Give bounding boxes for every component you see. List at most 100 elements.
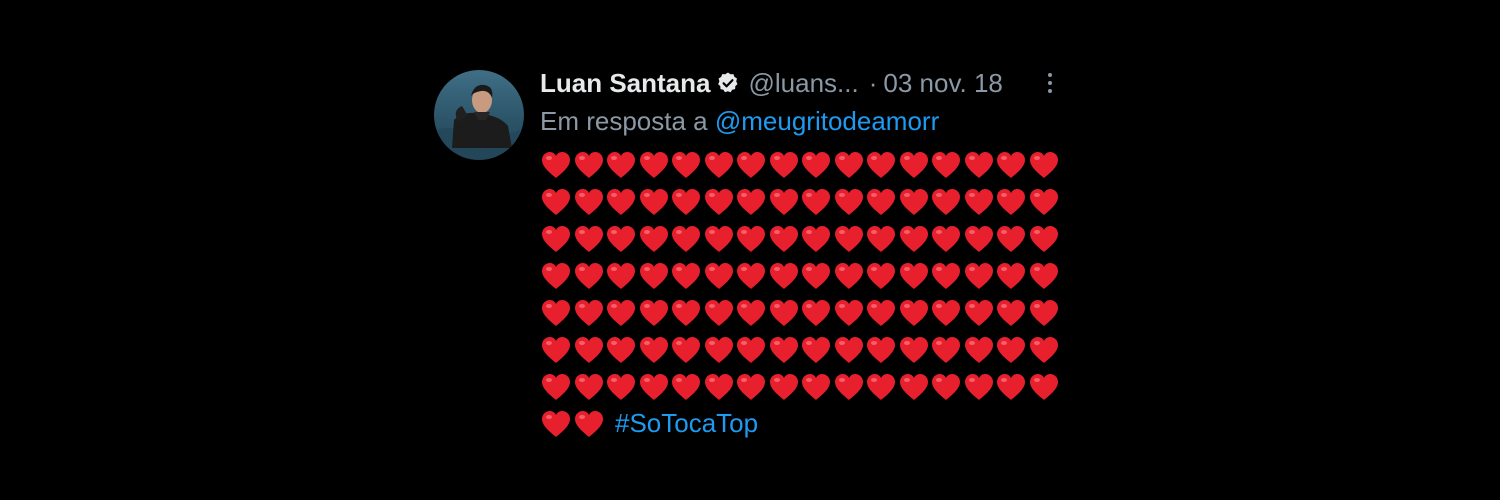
red-heart-emoji-icon	[768, 224, 801, 254]
red-heart-emoji-icon	[898, 261, 931, 291]
author-handle[interactable]: @luans...	[748, 68, 858, 99]
red-heart-emoji-icon	[703, 224, 736, 254]
red-heart-emoji-icon	[573, 150, 606, 180]
red-heart-emoji-icon	[540, 372, 573, 402]
red-heart-emoji-icon	[540, 150, 573, 180]
heart-row	[540, 331, 1080, 368]
red-heart-emoji-icon	[638, 150, 671, 180]
more-options-icon[interactable]	[1046, 70, 1054, 96]
avatar[interactable]	[434, 70, 524, 160]
red-heart-emoji-icon	[703, 372, 736, 402]
red-heart-emoji-icon	[573, 261, 606, 291]
red-heart-emoji-icon	[1028, 372, 1061, 402]
red-heart-emoji-icon	[1028, 187, 1061, 217]
hashtag-link[interactable]: #SoTocaTop	[615, 408, 758, 439]
red-heart-emoji-icon	[800, 150, 833, 180]
red-heart-emoji-icon	[540, 224, 573, 254]
red-heart-emoji-icon	[768, 298, 801, 328]
tweet-header: Luan Santana @luans... · 03 nov. 18	[540, 66, 1003, 100]
red-heart-emoji-icon	[573, 409, 606, 439]
heart-row: #SoTocaTop	[540, 405, 1080, 442]
tweet-body: #SoTocaTop	[540, 146, 1080, 442]
red-heart-emoji-icon	[898, 335, 931, 365]
red-heart-emoji-icon	[930, 224, 963, 254]
reply-mention-link[interactable]: @meugritodeamorr	[715, 106, 939, 136]
red-heart-emoji-icon	[703, 298, 736, 328]
red-heart-emoji-icon	[638, 224, 671, 254]
red-heart-emoji-icon	[540, 298, 573, 328]
red-heart-emoji-icon	[1028, 298, 1061, 328]
red-heart-emoji-icon	[995, 261, 1028, 291]
red-heart-emoji-icon	[605, 261, 638, 291]
red-heart-emoji-icon	[833, 335, 866, 365]
red-heart-emoji-icon	[768, 335, 801, 365]
red-heart-emoji-icon	[995, 224, 1028, 254]
red-heart-emoji-icon	[638, 298, 671, 328]
red-heart-emoji-icon	[638, 372, 671, 402]
red-heart-emoji-icon	[573, 224, 606, 254]
red-heart-emoji-icon	[768, 187, 801, 217]
red-heart-emoji-icon	[605, 372, 638, 402]
red-heart-emoji-icon	[1028, 224, 1061, 254]
red-heart-emoji-icon	[605, 224, 638, 254]
red-heart-emoji-icon	[898, 372, 931, 402]
red-heart-emoji-icon	[735, 150, 768, 180]
red-heart-emoji-icon	[865, 335, 898, 365]
red-heart-emoji-icon	[800, 298, 833, 328]
red-heart-emoji-icon	[930, 187, 963, 217]
red-heart-emoji-icon	[963, 298, 996, 328]
red-heart-emoji-icon	[735, 224, 768, 254]
red-heart-emoji-icon	[605, 298, 638, 328]
red-heart-emoji-icon	[638, 187, 671, 217]
red-heart-emoji-icon	[865, 224, 898, 254]
red-heart-emoji-icon	[995, 335, 1028, 365]
red-heart-emoji-icon	[670, 150, 703, 180]
red-heart-emoji-icon	[768, 150, 801, 180]
red-heart-emoji-icon	[963, 150, 996, 180]
red-heart-emoji-icon	[735, 298, 768, 328]
red-heart-emoji-icon	[963, 224, 996, 254]
red-heart-emoji-icon	[800, 372, 833, 402]
tweet-date[interactable]: 03 nov. 18	[883, 68, 1003, 99]
red-heart-emoji-icon	[930, 372, 963, 402]
red-heart-emoji-icon	[703, 335, 736, 365]
red-heart-emoji-icon	[768, 261, 801, 291]
red-heart-emoji-icon	[930, 150, 963, 180]
reply-prefix: Em resposta a	[540, 106, 708, 136]
red-heart-emoji-icon	[573, 298, 606, 328]
red-heart-emoji-icon	[963, 372, 996, 402]
red-heart-emoji-icon	[605, 187, 638, 217]
red-heart-emoji-icon	[735, 372, 768, 402]
red-heart-emoji-icon	[995, 187, 1028, 217]
red-heart-emoji-icon	[930, 298, 963, 328]
red-heart-emoji-icon	[605, 150, 638, 180]
red-heart-emoji-icon	[898, 298, 931, 328]
red-heart-emoji-icon	[995, 372, 1028, 402]
red-heart-emoji-icon	[670, 298, 703, 328]
red-heart-emoji-icon	[833, 224, 866, 254]
red-heart-emoji-icon	[703, 261, 736, 291]
tweet-card[interactable]: Luan Santana @luans... · 03 nov. 18 Em r…	[434, 66, 1074, 446]
red-heart-emoji-icon	[865, 372, 898, 402]
red-heart-emoji-icon	[930, 335, 963, 365]
red-heart-emoji-icon	[833, 372, 866, 402]
red-heart-emoji-icon	[833, 150, 866, 180]
red-heart-emoji-icon	[540, 187, 573, 217]
red-heart-emoji-icon	[573, 187, 606, 217]
red-heart-emoji-icon	[573, 372, 606, 402]
red-heart-emoji-icon	[800, 224, 833, 254]
author-name[interactable]: Luan Santana	[540, 68, 710, 99]
red-heart-emoji-icon	[833, 298, 866, 328]
red-heart-emoji-icon	[865, 298, 898, 328]
red-heart-emoji-icon	[833, 187, 866, 217]
red-heart-emoji-icon	[735, 261, 768, 291]
red-heart-emoji-icon	[963, 335, 996, 365]
red-heart-emoji-icon	[930, 261, 963, 291]
red-heart-emoji-icon	[768, 372, 801, 402]
heart-row	[540, 183, 1080, 220]
heart-row	[540, 220, 1080, 257]
heart-row	[540, 294, 1080, 331]
red-heart-emoji-icon	[638, 261, 671, 291]
verified-badge-icon	[716, 71, 740, 95]
red-heart-emoji-icon	[995, 150, 1028, 180]
